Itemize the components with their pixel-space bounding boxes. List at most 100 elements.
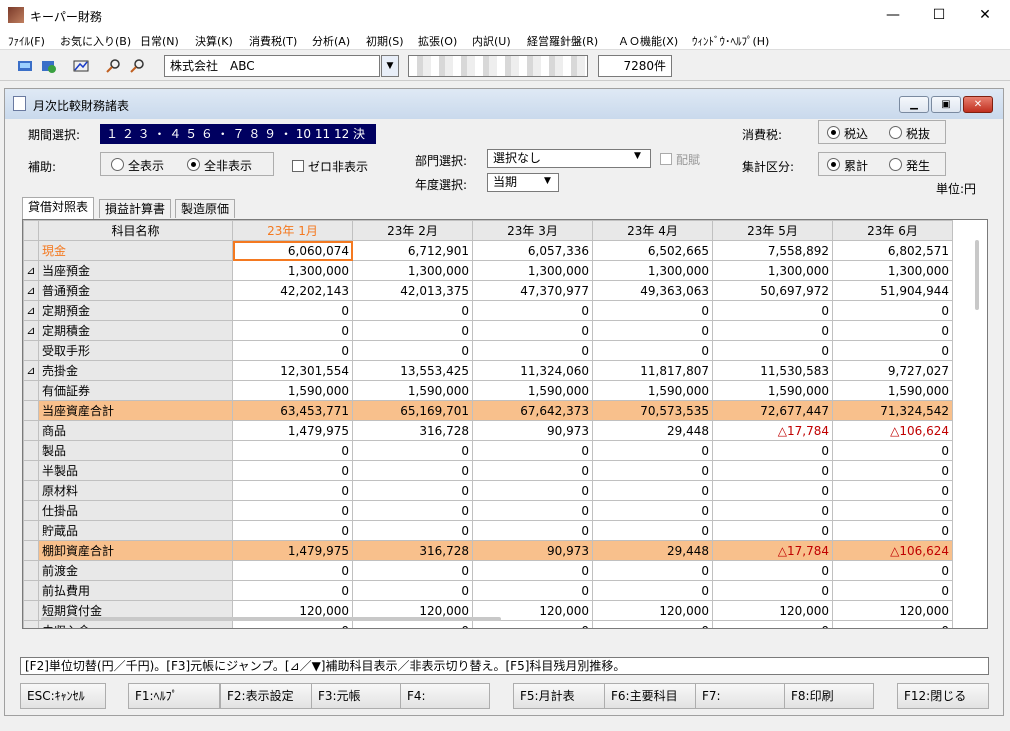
tab-manufacturing-cost[interactable]: 製造原価 [175, 199, 236, 218]
expand-toggle-icon[interactable]: ⊿ [23, 320, 39, 341]
amount-cell[interactable]: 0 [352, 520, 473, 541]
amount-cell[interactable]: 0 [592, 340, 713, 361]
amount-cell[interactable]: 0 [832, 520, 953, 541]
amount-cell[interactable]: 0 [352, 340, 473, 361]
amount-cell[interactable]: 42,202,143 [232, 280, 353, 301]
amount-cell[interactable]: 0 [232, 440, 353, 461]
amount-cell[interactable]: 1,590,000 [712, 380, 833, 401]
table-row[interactable]: 当座資産合計 63,453,771 65,169,701 67,642,373 70,5… [23, 400, 953, 421]
amount-cell[interactable]: 29,448 [592, 420, 713, 441]
amount-cell[interactable]: 6,802,571 [832, 240, 953, 261]
amount-cell[interactable]: 0 [472, 560, 593, 581]
menu-daily[interactable]: 日常(N) [140, 33, 179, 49]
tab-balance-sheet[interactable]: 貸借対照表 [22, 197, 95, 219]
zero-hide-checkbox[interactable]: ゼロ非表示 [292, 158, 368, 175]
amount-cell[interactable]: 0 [232, 320, 353, 341]
amount-cell[interactable]: 72,677,447 [712, 400, 833, 421]
tax-inclusive-radio[interactable]: 税込 [827, 125, 868, 142]
amount-cell[interactable]: 0 [712, 580, 833, 601]
amount-cell[interactable]: 63,453,771 [232, 400, 353, 421]
agg-cumulative-radio[interactable]: 累計 [827, 157, 868, 174]
table-row[interactable]: 受取手形 0 0 0 0 0 0 [23, 340, 953, 361]
amount-cell[interactable]: 13,553,425 [352, 360, 473, 381]
menu-compass[interactable]: 経営羅針盤(R) [527, 33, 598, 49]
amount-cell[interactable]: 0 [232, 480, 353, 501]
amount-cell[interactable]: 0 [472, 300, 593, 321]
amount-cell[interactable]: 0 [352, 560, 473, 581]
amount-cell[interactable]: 0 [232, 520, 353, 541]
year-dropdown-icon[interactable]: ▼ [544, 176, 551, 186]
table-row[interactable]: ⊿ 売掛金 12,301,554 13,553,425 11,324,060 11,817… [23, 360, 953, 381]
expand-toggle-icon[interactable]: ⊿ [23, 300, 39, 321]
close-button[interactable]: ✕ [962, 0, 1008, 30]
amount-cell[interactable]: 0 [472, 340, 593, 361]
table-row[interactable]: 商品 1,479,975 316,728 90,973 29,448 △17,784 △10… [23, 420, 953, 441]
amount-cell[interactable]: 0 [712, 340, 833, 361]
amount-cell[interactable]: 49,363,063 [592, 280, 713, 301]
amount-cell[interactable]: 9,727,027 [832, 360, 953, 381]
amount-cell[interactable]: 90,973 [472, 540, 593, 561]
amount-cell[interactable]: 1,479,975 [232, 420, 353, 441]
amount-cell[interactable]: 0 [472, 500, 593, 521]
amount-cell[interactable]: 0 [352, 440, 473, 461]
sub-none-radio[interactable]: 全非表示 [187, 157, 252, 174]
amount-cell[interactable]: 1,300,000 [712, 260, 833, 281]
amount-cell[interactable]: 0 [712, 300, 833, 321]
period-selector[interactable]: １ ２ ３ ・ ４ ５ ６ ・ ７ ８ ９ ・ 10 11 12 決 [100, 124, 376, 144]
amount-cell[interactable]: 0 [232, 560, 353, 581]
header-month[interactable]: 23年 3月 [472, 220, 593, 241]
amount-cell[interactable]: △106,624 [832, 540, 953, 561]
amount-cell[interactable]: 0 [832, 440, 953, 461]
amount-cell[interactable]: 1,300,000 [232, 260, 353, 281]
haifu-checkbox[interactable]: 配賦 [660, 151, 700, 168]
amount-cell[interactable]: 6,712,901 [352, 240, 473, 261]
menu-analysis[interactable]: 分析(A) [312, 33, 350, 49]
menu-breakdown[interactable]: 内訳(U) [472, 33, 511, 49]
amount-cell[interactable]: 0 [352, 580, 473, 601]
amount-cell[interactable]: 0 [712, 320, 833, 341]
amount-cell[interactable]: 0 [352, 320, 473, 341]
amount-cell[interactable]: 0 [712, 480, 833, 501]
amount-cell[interactable]: 11,530,583 [712, 360, 833, 381]
horizontal-scrollbar[interactable] [41, 617, 501, 621]
chart-icon[interactable] [70, 56, 92, 76]
amount-cell[interactable]: 0 [472, 580, 593, 601]
amount-cell[interactable]: 1,590,000 [832, 380, 953, 401]
amount-cell[interactable]: 0 [832, 620, 953, 628]
amount-cell[interactable]: 0 [472, 440, 593, 461]
amount-cell[interactable]: 65,169,701 [352, 400, 473, 421]
table-row[interactable]: ⊿ 定期預金 0 0 0 0 0 0 [23, 300, 953, 321]
report-minimize-button[interactable]: ▁ [899, 96, 929, 113]
amount-cell[interactable]: 0 [712, 520, 833, 541]
header-month[interactable]: 23年 1月 [232, 220, 353, 241]
amount-cell[interactable]: 0 [472, 480, 593, 501]
amount-cell[interactable]: 120,000 [832, 600, 953, 621]
amount-cell[interactable]: 1,479,975 [232, 540, 353, 561]
header-month[interactable]: 23年 6月 [832, 220, 953, 241]
expand-toggle-icon[interactable]: ⊿ [23, 360, 39, 381]
menu-window-help[interactable]: ｳｨﾝﾄﾞｳ･ﾍﾙﾌﾟ(H) [692, 33, 769, 49]
table-row[interactable]: 有価証券 1,590,000 1,590,000 1,590,000 1,590,000… [23, 380, 953, 401]
amount-cell[interactable]: 0 [832, 580, 953, 601]
amount-cell[interactable]: 0 [592, 580, 713, 601]
amount-cell[interactable]: 0 [232, 500, 353, 521]
amount-cell[interactable]: 0 [592, 440, 713, 461]
amount-cell[interactable]: 71,324,542 [832, 400, 953, 421]
table-row[interactable]: 前渡金 0 0 0 0 0 0 [23, 560, 953, 581]
amount-cell[interactable]: 90,973 [472, 420, 593, 441]
f5-monthly-button[interactable]: F5:月計表 [513, 683, 605, 709]
amount-cell[interactable]: 1,590,000 [592, 380, 713, 401]
amount-cell[interactable]: △106,624 [832, 420, 953, 441]
amount-cell[interactable]: 29,448 [592, 540, 713, 561]
table-row[interactable]: 未収入金000000 [23, 620, 953, 628]
amount-cell[interactable]: 0 [352, 500, 473, 521]
amount-cell[interactable]: 1,590,000 [352, 380, 473, 401]
dept-select[interactable]: 選択なし [487, 149, 651, 168]
amount-cell[interactable]: 0 [472, 520, 593, 541]
vertical-scrollbar[interactable] [975, 240, 979, 310]
amount-cell[interactable]: 1,300,000 [592, 260, 713, 281]
amount-cell[interactable]: 316,728 [352, 420, 473, 441]
amount-cell[interactable]: 1,300,000 [832, 260, 953, 281]
table-row[interactable]: 仕掛品 0 0 0 0 0 0 [23, 500, 953, 521]
menu-favorites[interactable]: お気に入り(B) [60, 33, 131, 49]
